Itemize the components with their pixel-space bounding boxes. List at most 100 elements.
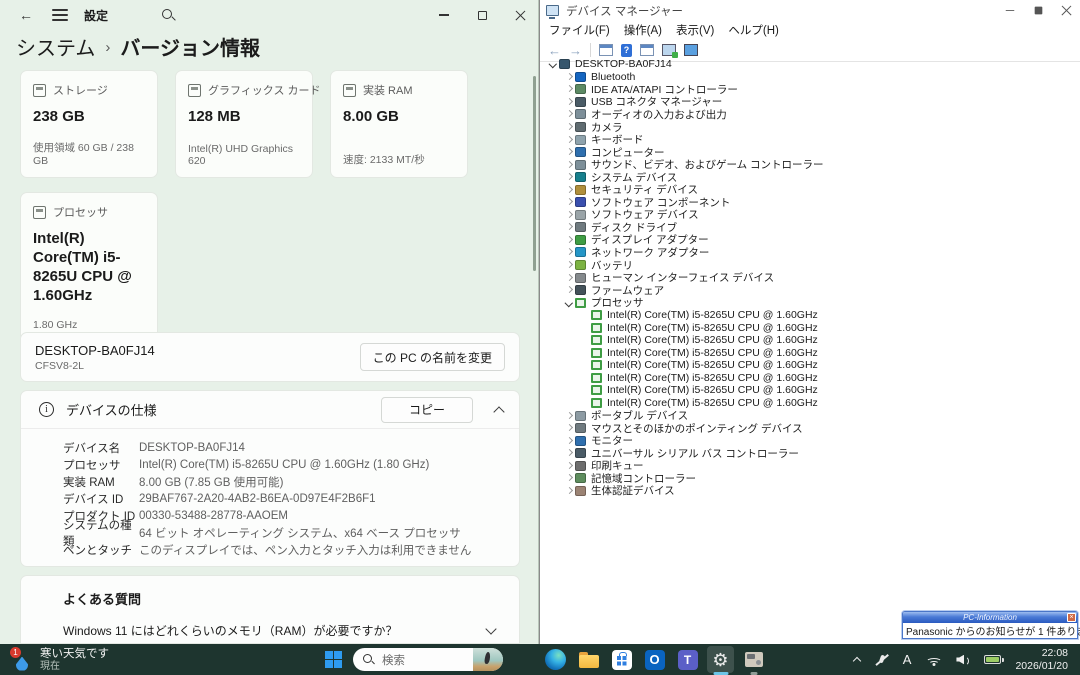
tree-item[interactable]: 生体認証デバイス bbox=[540, 485, 1080, 498]
close-button[interactable] bbox=[501, 1, 539, 29]
collapse-chevron-icon[interactable] bbox=[564, 185, 574, 195]
tree-item[interactable]: Intel(R) Core(TM) i5-8265U CPU @ 1.60GHz bbox=[540, 321, 1080, 334]
collapse-chevron-icon[interactable] bbox=[564, 411, 574, 421]
collapse-chevron-icon[interactable] bbox=[564, 147, 574, 157]
toolbar-scan-hardware-icon[interactable] bbox=[662, 44, 676, 56]
volume-icon[interactable] bbox=[956, 654, 970, 666]
tree-item[interactable]: Intel(R) Core(TM) i5-8265U CPU @ 1.60GHz bbox=[540, 347, 1080, 360]
tree-item[interactable]: Intel(R) Core(TM) i5-8265U CPU @ 1.60GHz bbox=[540, 384, 1080, 397]
settings-scrollbar[interactable] bbox=[533, 76, 536, 271]
file-explorer-taskbar-button[interactable] bbox=[575, 646, 602, 673]
collapse-chevron-icon[interactable] bbox=[564, 285, 574, 295]
collapse-chevron-icon[interactable] bbox=[564, 172, 574, 182]
hamburger-menu-icon[interactable] bbox=[52, 9, 68, 21]
wifi-icon[interactable] bbox=[925, 654, 942, 666]
hidden-icons-chevron[interactable] bbox=[853, 656, 861, 664]
graphics-card-icon bbox=[188, 84, 201, 97]
collapse-chevron-icon[interactable] bbox=[564, 97, 574, 107]
battery-icon[interactable] bbox=[984, 655, 1001, 664]
faq-card: よくある質問 Windows 11 にはどれくらいのメモリ（RAM）が必要ですか… bbox=[20, 575, 520, 644]
tree-item[interactable]: DESKTOP-BA0FJ14 bbox=[540, 58, 1080, 71]
teams-taskbar-button[interactable] bbox=[674, 646, 701, 673]
device-manager-taskbar-button[interactable] bbox=[740, 646, 767, 673]
collapse-chevron-icon[interactable] bbox=[564, 436, 574, 446]
task-view-taskbar-button[interactable] bbox=[509, 646, 536, 673]
edge-icon bbox=[545, 649, 566, 670]
collapse-chevron-icon[interactable] bbox=[564, 160, 574, 170]
collapse-chevron-icon[interactable] bbox=[564, 486, 574, 496]
collapse-chevron-icon[interactable] bbox=[564, 122, 574, 132]
expand-chevron-icon[interactable] bbox=[564, 298, 574, 308]
dm-minimize-button[interactable] bbox=[996, 1, 1024, 20]
start-button[interactable] bbox=[320, 646, 347, 673]
edge-taskbar-button[interactable] bbox=[542, 646, 569, 673]
chevron-up-icon[interactable] bbox=[493, 406, 504, 417]
rename-pc-button[interactable]: この PC の名前を変更 bbox=[360, 343, 505, 371]
clock-time: 22:08 bbox=[1015, 647, 1068, 660]
menu-item-ファイル[interactable]: ファイル(F) bbox=[549, 22, 610, 38]
collapse-chevron-icon[interactable] bbox=[564, 260, 574, 270]
dm-maximize-button[interactable] bbox=[1024, 1, 1052, 20]
pen-disabled-icon[interactable] bbox=[875, 653, 889, 667]
tree-item[interactable]: Intel(R) Core(TM) i5-8265U CPU @ 1.60GHz bbox=[540, 334, 1080, 347]
popup-close-icon[interactable]: × bbox=[1067, 613, 1076, 622]
collapse-chevron-icon[interactable] bbox=[564, 247, 574, 257]
store-taskbar-button[interactable] bbox=[608, 646, 635, 673]
card-title: グラフィックス カード bbox=[208, 82, 321, 98]
back-arrow-icon[interactable]: ← bbox=[12, 3, 40, 27]
collapse-chevron-icon[interactable] bbox=[564, 473, 574, 483]
device-specs-header[interactable]: デバイスの仕様 コピー bbox=[21, 391, 519, 429]
tree-item[interactable]: Intel(R) Core(TM) i5-8265U CPU @ 1.60GHz bbox=[540, 359, 1080, 372]
toolbar-computer-icon[interactable] bbox=[684, 44, 698, 56]
popup-titlebar[interactable]: PC-Information × bbox=[903, 612, 1077, 623]
chevron-down-icon[interactable] bbox=[485, 623, 496, 634]
search-highlight-image[interactable] bbox=[473, 648, 503, 671]
processor-icon bbox=[33, 206, 46, 219]
tree-item[interactable]: プロセッサ bbox=[540, 296, 1080, 309]
computer-icon bbox=[575, 147, 586, 157]
collapse-chevron-icon[interactable] bbox=[564, 423, 574, 433]
copy-button[interactable]: コピー bbox=[381, 397, 473, 423]
maximize-button[interactable] bbox=[463, 1, 501, 29]
ime-mode-indicator[interactable]: A bbox=[903, 652, 912, 667]
collapse-chevron-icon[interactable] bbox=[564, 235, 574, 245]
menu-item-操作[interactable]: 操作(A) bbox=[624, 22, 662, 38]
minimize-button[interactable] bbox=[425, 1, 463, 29]
menu-item-ヘルプ[interactable]: ヘルプ(H) bbox=[728, 22, 778, 38]
info-icon bbox=[39, 402, 54, 417]
dm-close-button[interactable] bbox=[1052, 1, 1080, 20]
collapse-chevron-icon[interactable] bbox=[564, 72, 574, 82]
outlook-taskbar-button[interactable] bbox=[641, 646, 668, 673]
collapse-chevron-icon[interactable] bbox=[564, 448, 574, 458]
chevron-slot bbox=[580, 323, 590, 333]
taskbar-search[interactable]: 検索 bbox=[353, 648, 503, 671]
weather-widget[interactable]: 1 寒い天気です 現在 bbox=[0, 648, 180, 672]
collapse-chevron-icon[interactable] bbox=[564, 210, 574, 220]
menu-item-表示[interactable]: 表示(V) bbox=[676, 22, 714, 38]
settings-taskbar-button[interactable] bbox=[707, 646, 734, 673]
toolbar-back-icon[interactable]: ← bbox=[548, 44, 561, 57]
taskbar: 1 寒い天気です 現在 検索 A 22:08 2026/01/20 bbox=[0, 644, 1080, 675]
collapse-chevron-icon[interactable] bbox=[564, 461, 574, 471]
device-manager-app-icon bbox=[546, 5, 559, 16]
toolbar-help-icon[interactable]: ? bbox=[621, 44, 632, 57]
expand-chevron-icon[interactable] bbox=[548, 59, 558, 69]
collapse-chevron-icon[interactable] bbox=[564, 84, 574, 94]
tree-item[interactable]: Intel(R) Core(TM) i5-8265U CPU @ 1.60GHz bbox=[540, 372, 1080, 385]
search-icon[interactable] bbox=[160, 7, 176, 23]
clock[interactable]: 22:08 2026/01/20 bbox=[1015, 647, 1068, 672]
tree-item[interactable]: Intel(R) Core(TM) i5-8265U CPU @ 1.60GHz bbox=[540, 309, 1080, 322]
toolbar-details-icon[interactable] bbox=[599, 44, 613, 56]
collapse-chevron-icon[interactable] bbox=[564, 273, 574, 283]
collapse-chevron-icon[interactable] bbox=[564, 197, 574, 207]
collapse-chevron-icon[interactable] bbox=[564, 109, 574, 119]
collapse-chevron-icon[interactable] bbox=[564, 135, 574, 145]
firmware-icon bbox=[575, 285, 586, 295]
toolbar-properties-icon[interactable] bbox=[640, 44, 654, 56]
spec-value: 64 ビット オペレーティング システム、x64 ベース プロセッサ bbox=[139, 525, 461, 541]
toolbar-forward-icon[interactable]: → bbox=[569, 44, 582, 57]
faq-question-row[interactable]: Windows 11 にはどれくらいのメモリ（RAM）が必要ですか？ bbox=[63, 622, 503, 639]
breadcrumb-parent[interactable]: システム bbox=[16, 32, 95, 61]
collapse-chevron-icon[interactable] bbox=[564, 222, 574, 232]
cpu-icon bbox=[591, 348, 602, 358]
